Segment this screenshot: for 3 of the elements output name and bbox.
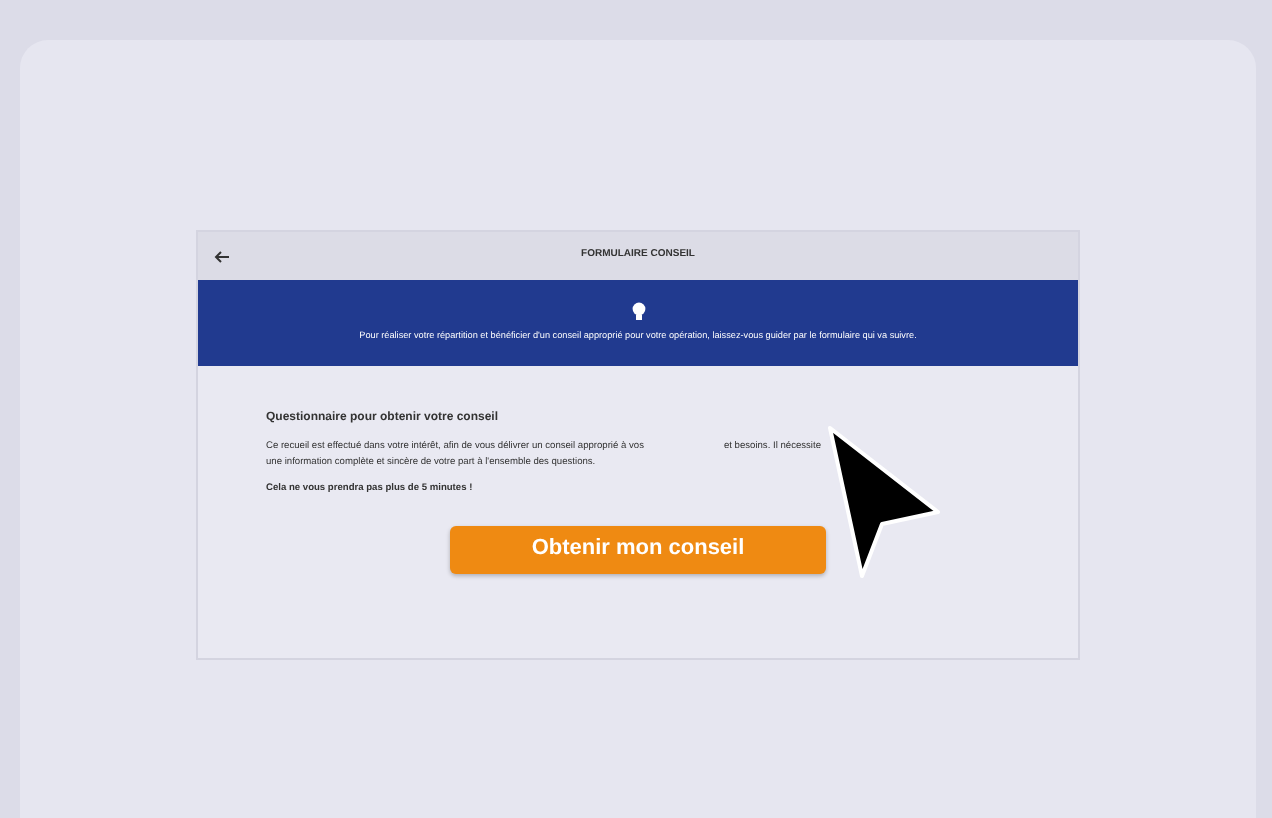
lightbulb-icon	[631, 302, 645, 323]
back-arrow-icon[interactable]	[214, 249, 230, 263]
get-advice-button[interactable]: Obtenir mon conseil	[450, 525, 826, 574]
